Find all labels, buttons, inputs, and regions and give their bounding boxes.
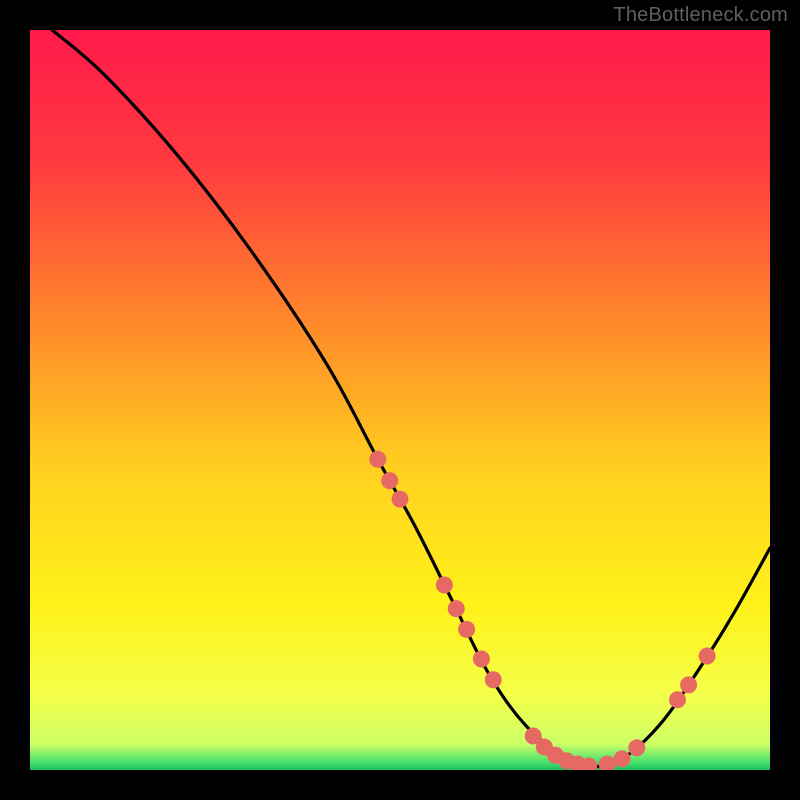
marker-dot (699, 648, 716, 665)
marker-dot (485, 671, 502, 688)
watermark-text: TheBottleneck.com (613, 4, 788, 27)
marker-dot (680, 676, 697, 693)
marker-dot (669, 691, 686, 708)
marker-dot (392, 491, 409, 508)
gradient-background (30, 30, 770, 770)
marker-dot (369, 451, 386, 468)
marker-dot (381, 472, 398, 489)
plot-area (30, 30, 770, 770)
marker-dot (628, 739, 645, 756)
marker-dot (473, 651, 490, 668)
marker-dot (458, 621, 475, 638)
bottleneck-curve-chart (30, 30, 770, 770)
marker-dot (436, 577, 453, 594)
marker-dot (614, 750, 631, 767)
marker-dot (448, 600, 465, 617)
